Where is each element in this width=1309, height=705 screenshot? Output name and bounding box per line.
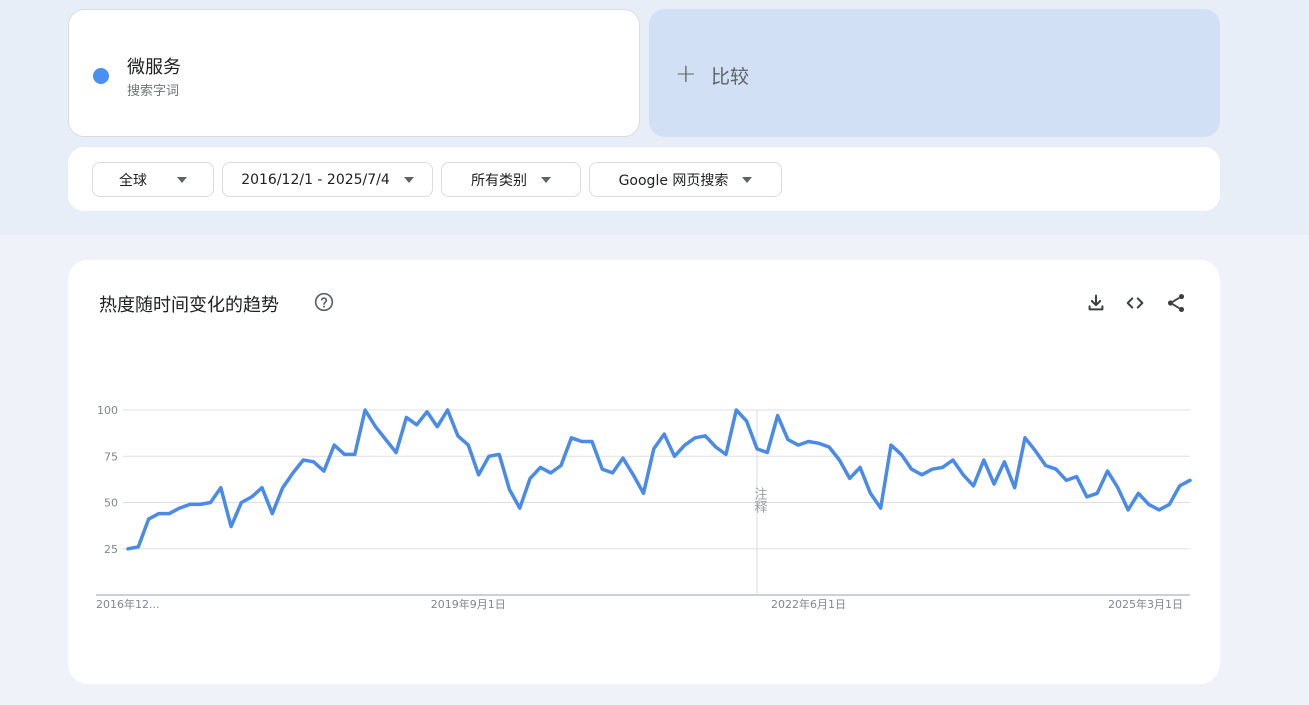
search-type-filter-label: Google 网页搜索 [618, 172, 729, 189]
date-range-filter[interactable]: 2016/12/1 - 2025/7/4 [222, 162, 433, 197]
date-range-filter-label: 2016/12/1 - 2025/7/4 [241, 171, 390, 188]
y-tick-label: 25 [104, 543, 118, 556]
region-filter-label: 全球 [119, 172, 147, 189]
caret-down-icon [541, 176, 551, 183]
series-line [126, 408, 1192, 551]
y-tick-label: 75 [104, 450, 118, 463]
filter-bar: 全球 2016/12/1 - 2025/7/4 所有类别 Google 网页搜索 [68, 147, 1220, 211]
download-icon[interactable] [1085, 292, 1107, 314]
interest-over-time-card: 25 50 75 100 注释 2016年12... 2019年9月1日 2022年6月1日 2… [68, 260, 1220, 684]
search-term-card[interactable]: 微服务 搜索字词 [68, 9, 640, 137]
search-term-type: 搜索字词 [127, 84, 180, 99]
y-tick-label: 50 [104, 497, 118, 510]
search-term-name[interactable]: 微服务 [127, 53, 181, 79]
chart-title: 热度随时间变化的趋势 [99, 295, 279, 316]
region-filter[interactable]: 全球 [92, 162, 214, 197]
compare-label: 比较 [711, 66, 750, 88]
caret-down-icon [403, 176, 414, 183]
share-icon[interactable] [1165, 292, 1187, 314]
x-tick-label: 2016年12... [96, 597, 159, 611]
x-tick-label: 2022年6月1日 [771, 597, 846, 611]
compare-button[interactable]: + 比较 [649, 9, 1220, 137]
x-tick-label: 2025年3月1日 [1108, 597, 1183, 611]
trend-chart: 25 50 75 100 注释 2016年12... 2019年9月1日 2022年6月1日 2… [96, 404, 1192, 611]
help-circle-icon[interactable] [314, 292, 334, 312]
y-tick-label: 100 [97, 404, 118, 417]
plus-icon: + [675, 59, 697, 89]
caret-down-icon [177, 176, 187, 183]
caret-down-icon [742, 176, 753, 183]
category-filter[interactable]: 所有类别 [441, 162, 581, 197]
embed-code-icon[interactable] [1124, 292, 1146, 314]
search-type-filter[interactable]: Google 网页搜索 [589, 162, 782, 197]
category-filter-label: 所有类别 [471, 172, 527, 189]
series-color-dot [93, 68, 109, 84]
x-tick-label: 2019年9月1日 [431, 597, 506, 611]
annotation-label: 注释 [751, 487, 767, 513]
